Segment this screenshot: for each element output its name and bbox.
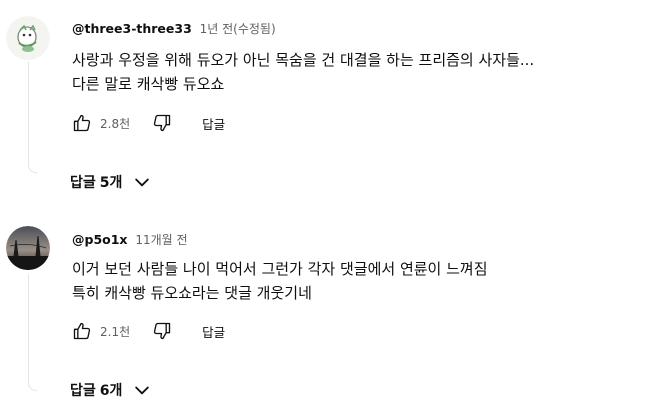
view-replies-button[interactable]: 답글 5개 <box>70 170 152 194</box>
replies-count: 6개 <box>99 383 123 399</box>
avatar-image <box>6 226 50 270</box>
like-button[interactable] <box>70 111 94 135</box>
thumbs-up-icon <box>73 114 91 132</box>
thumbs-up-icon <box>73 322 91 340</box>
like-count: 2.1천 <box>100 324 131 339</box>
reply-button[interactable]: 답글 <box>202 322 225 341</box>
avatar[interactable] <box>6 16 50 60</box>
reply-button[interactable]: 답글 <box>202 114 225 133</box>
thread-line <box>28 274 37 391</box>
like-count: 2.8천 <box>100 116 131 131</box>
dislike-button[interactable] <box>150 111 174 135</box>
comment-text: 이거 보던 사람들 나이 먹어서 그런가 각자 댓글에서 연륜이 느껴짐 특히 … <box>72 257 488 305</box>
replies-label: 답글 <box>70 175 96 191</box>
thumbs-down-icon <box>153 114 171 132</box>
comment-thread: @three3-three33 1년 전(수정됨) 사랑과 우정을 위해 듀오가… <box>0 0 664 200</box>
replies-label: 답글 <box>70 383 96 399</box>
comment-author[interactable]: @p5o1x <box>72 232 128 247</box>
avatar-image <box>6 16 50 60</box>
comment-timestamp[interactable]: 1년 전(수정됨) <box>200 22 276 36</box>
like-button[interactable] <box>70 319 94 343</box>
comment-thread: @p5o1x 11개월 전 이거 보던 사람들 나이 먹어서 그런가 각자 댓글… <box>0 212 664 416</box>
comment-header: @three3-three33 1년 전(수정됨) <box>72 20 276 37</box>
comment-author[interactable]: @three3-three33 <box>72 21 192 36</box>
comment-text-line: 이거 보던 사람들 나이 먹어서 그런가 각자 댓글에서 연륜이 느껴짐 <box>72 260 488 278</box>
thread-line <box>28 62 37 173</box>
dislike-button[interactable] <box>150 319 174 343</box>
comment-actions: 2.1천 답글 <box>70 318 225 344</box>
comment-actions: 2.8천 답글 <box>70 110 225 136</box>
avatar[interactable] <box>6 226 50 270</box>
replies-count: 5개 <box>99 175 123 191</box>
chevron-down-icon <box>132 172 152 192</box>
comment-text-line: 다른 말로 캐삭빵 듀오쇼 <box>72 75 225 93</box>
chevron-down-icon <box>132 380 152 400</box>
thumbs-down-icon <box>153 322 171 340</box>
comment-text-line: 사랑과 우정을 위해 듀오가 아닌 목숨을 건 대결을 하는 프리즘의 사자들.… <box>72 51 535 69</box>
comment-text: 사랑과 우정을 위해 듀오가 아닌 목숨을 건 대결을 하는 프리즘의 사자들.… <box>72 48 534 96</box>
view-replies-button[interactable]: 답글 6개 <box>70 378 152 402</box>
comment-header: @p5o1x 11개월 전 <box>72 231 188 248</box>
comment-text-line: 특히 캐삭빵 듀오쇼라는 댓글 개웃기네 <box>72 284 312 302</box>
comment-timestamp[interactable]: 11개월 전 <box>135 233 187 247</box>
